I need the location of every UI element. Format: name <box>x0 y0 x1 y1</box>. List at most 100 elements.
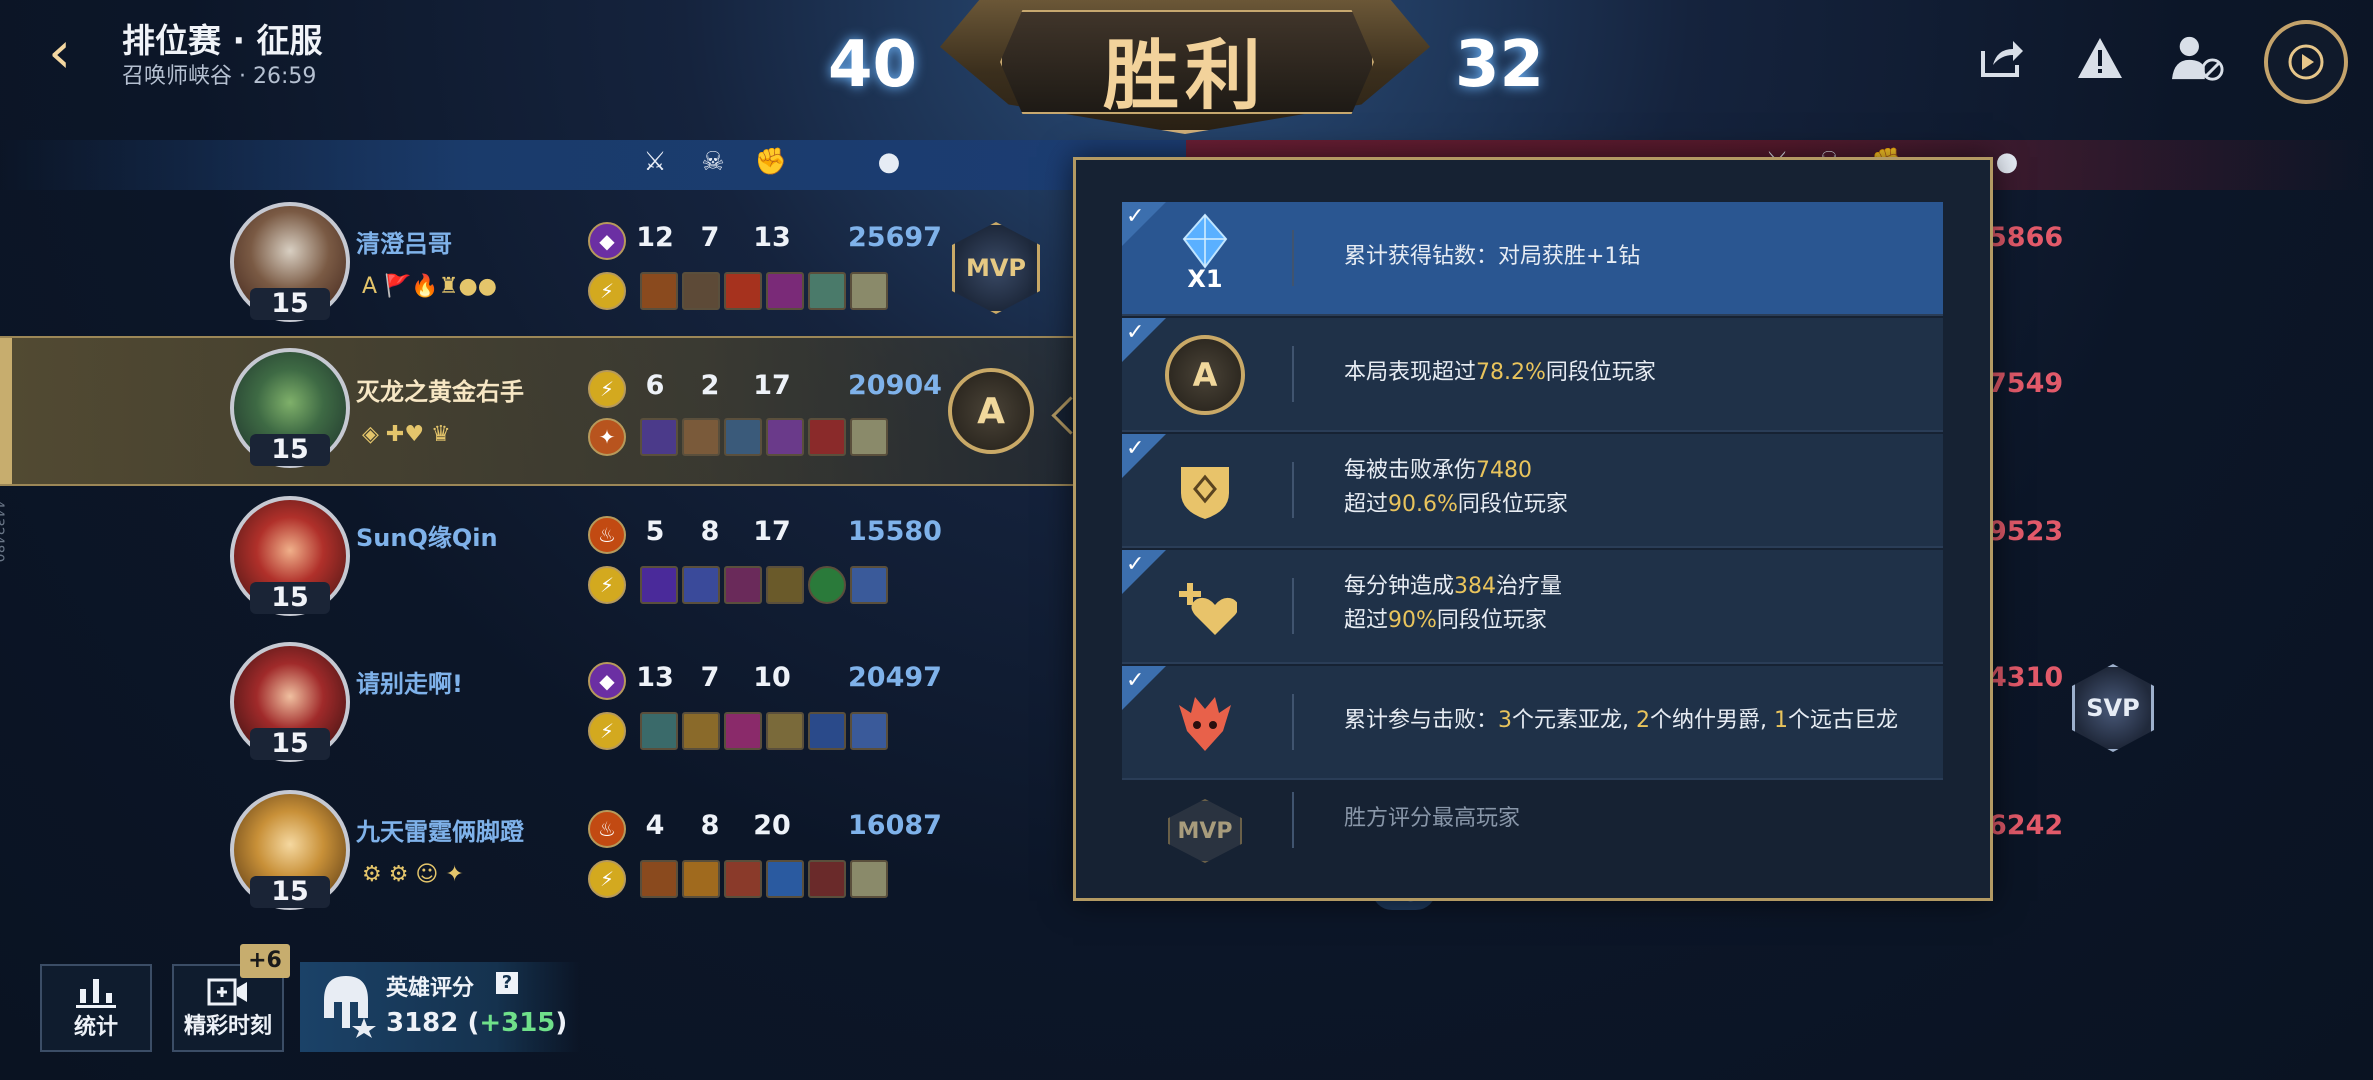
text-suffix: 同段位玩家 <box>1436 608 1547 633</box>
kills-value: 4 <box>645 810 665 841</box>
player-row-selected[interactable]: 15 灭龙之黄金右手 ◈ ✚♥ ♛ ⚡ ✦ 6 2 17 20904 A <box>0 336 1186 486</box>
flash-spell-icon: ⚡ <box>588 370 626 408</box>
popup-text: 累计获得钻数：对局获胜+1钻 <box>1344 244 1641 269</box>
text-line: 超过90.6%同段位玩家 <box>1344 488 1568 522</box>
text-highlight: 3 <box>1498 708 1513 733</box>
enemy-damage-value: 4310 <box>1988 662 2064 693</box>
damage-value: 25697 <box>848 222 942 253</box>
spell-icon: ✦ <box>588 418 626 456</box>
report-warning-icon[interactable] <box>2074 32 2126 84</box>
item-slot <box>682 418 720 456</box>
share-icon[interactable] <box>1976 32 2028 84</box>
divider <box>1292 694 1294 750</box>
text-highlight: 78.2% <box>1476 360 1546 385</box>
damage-value: 20497 <box>848 662 942 693</box>
text-suffix: 同段位玩家 <box>1545 360 1656 385</box>
trinket-slot <box>850 712 888 750</box>
divider <box>1292 346 1294 402</box>
block-player-icon[interactable] <box>2172 32 2224 84</box>
player-row[interactable]: 15 清澄吕哥 A 🚩🔥♜●● ◆ ⚡ 12 7 13 25697 MVP <box>0 190 1186 336</box>
stats-button[interactable]: 统计 <box>40 964 152 1052</box>
divider <box>1292 462 1294 518</box>
replay-button[interactable] <box>2264 20 2348 104</box>
item-slot <box>640 860 678 898</box>
item-slot <box>724 712 762 750</box>
popup-text: 累计参与击败：3个元素亚龙, 2个纳什男爵, 1个远古巨龙 <box>1344 704 1898 738</box>
player-name: SunQ缘Qin <box>356 524 498 552</box>
helmet-star-icon <box>316 972 378 1042</box>
flash-spell-icon: ⚡ <box>588 272 626 310</box>
kills-value: 5 <box>645 516 665 547</box>
text-highlight: 2 <box>1636 708 1651 733</box>
damage-value: 16087 <box>848 810 942 841</box>
item-slot <box>640 418 678 456</box>
item-slot <box>808 418 846 456</box>
text-highlight: 1 <box>1774 708 1789 733</box>
team-score-right: 32 <box>1455 28 1545 102</box>
text-prefix: 超过 <box>1344 492 1389 517</box>
item-slot <box>766 272 804 310</box>
item-slot <box>724 418 762 456</box>
damage-icon: ● <box>877 147 901 177</box>
achievement-badges: A 🚩🔥♜●● <box>362 274 497 299</box>
text-highlight: 384 <box>1454 574 1497 599</box>
achievement-badges: ⚙ ⚙ ☺ ✦ <box>362 862 464 887</box>
assists-value: 20 <box>753 810 791 841</box>
item-slot <box>808 712 846 750</box>
deaths-value: 8 <box>700 810 720 841</box>
damage-value: 15580 <box>848 516 942 547</box>
player-row[interactable]: 15 九天雷霆俩脚蹬 ⚙ ⚙ ☺ ✦ ♨ ⚡ 4 8 20 16087 <box>0 778 1186 924</box>
player-row[interactable]: 15 请别走啊! ◆ ⚡ 13 7 10 20497 <box>0 630 1186 776</box>
shield-icon <box>1160 446 1250 536</box>
text-highlight: 7480 <box>1476 458 1533 483</box>
level-badge: 15 <box>250 582 330 614</box>
popup-row-diamond: ✓ X1 累计获得钻数：对局获胜+1钻 <box>1122 202 1943 316</box>
grade-a-icon: A <box>1160 330 1250 420</box>
level-badge: 15 <box>250 288 330 320</box>
item-slot <box>808 272 846 310</box>
deaths-value: 7 <box>700 662 720 693</box>
hero-score-title: 英雄评分 <box>386 976 475 1001</box>
help-icon[interactable]: ? <box>496 972 518 994</box>
item-slot <box>808 860 846 898</box>
hero-score-delta: +315 <box>479 1008 556 1038</box>
video-camera-icon <box>207 978 247 1006</box>
mvp-icon: MVP <box>1160 786 1250 876</box>
text-prefix: 超过 <box>1344 608 1389 633</box>
flash-spell-icon: ⚡ <box>588 712 626 750</box>
text-prefix: 每分钟造成 <box>1344 574 1455 599</box>
text-line: 超过90%同段位玩家 <box>1344 604 1562 638</box>
kills-value: 6 <box>645 370 665 401</box>
popup-row-heal: ✓ 每分钟造成384治疗量 超过90%同段位玩家 <box>1122 550 1943 664</box>
back-arrow-icon[interactable]: ‹ <box>48 22 88 82</box>
text-highlight: 90% <box>1388 608 1437 633</box>
check-icon: ✓ <box>1126 320 1145 345</box>
enemy-damage-value: 5866 <box>1988 222 2064 253</box>
level-badge: 15 <box>250 876 330 908</box>
item-slot <box>682 566 720 604</box>
popup-row-grade: ✓ A 本局表现超过78.2%同段位玩家 <box>1122 318 1943 432</box>
check-icon: ✓ <box>1126 552 1145 577</box>
item-slot <box>640 272 678 310</box>
text-line: 每分钟造成384治疗量 <box>1344 570 1562 604</box>
check-icon: ✓ <box>1126 204 1145 229</box>
grade-letter: A <box>1165 335 1245 415</box>
diamond-icon: X1 <box>1160 208 1250 298</box>
player-row[interactable]: 15 SunQ缘Qin ♨ ⚡ 5 8 17 15580 <box>0 484 1186 630</box>
item-slot <box>766 712 804 750</box>
item-slot <box>808 566 846 604</box>
player-name: 九天雷霆俩脚蹬 <box>356 818 524 846</box>
level-badge: 15 <box>250 728 330 760</box>
item-slot <box>766 418 804 456</box>
enemy-damage-value: 7549 <box>1988 368 2064 399</box>
text-part: 个元素亚龙, <box>1512 708 1637 733</box>
divider <box>1292 578 1294 634</box>
item-slot <box>682 860 720 898</box>
victory-text: 胜利 <box>1103 31 1267 120</box>
hero-score-value-row: 3182 (+315) <box>386 1008 567 1038</box>
item-slot <box>724 272 762 310</box>
stats-label: 统计 <box>73 1015 118 1040</box>
text-highlight: 90.6% <box>1388 492 1458 517</box>
text-suffix: 治疗量 <box>1496 574 1563 599</box>
trinket-slot <box>850 566 888 604</box>
